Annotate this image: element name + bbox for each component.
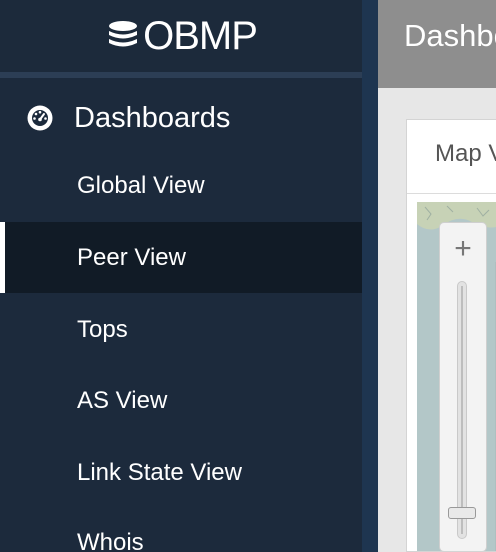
brand-header: OBMP xyxy=(0,0,362,72)
sidebar-section-label: Dashboards xyxy=(74,101,231,134)
zoom-slider-fill xyxy=(461,286,463,534)
sidebar-item-tops[interactable]: Tops xyxy=(0,294,362,365)
map-canvas[interactable]: + xyxy=(417,202,496,551)
tab-map-view[interactable]: Map View xyxy=(407,120,496,194)
sidebar-item-global-view[interactable]: Global View xyxy=(0,150,362,221)
zoom-control: + xyxy=(439,222,487,551)
sidebar-item-label: Whois xyxy=(77,528,144,552)
sidebar-item-label: Link State View xyxy=(77,458,242,486)
zoom-in-button[interactable]: + xyxy=(440,229,486,269)
page-title: Dashboard xyxy=(404,18,496,53)
brand-logo[interactable]: OBMP xyxy=(105,13,258,59)
brand-divider xyxy=(0,72,362,78)
zoom-slider-handle[interactable] xyxy=(448,507,476,519)
sidebar-item-label: Peer View xyxy=(77,243,186,271)
sidebar-item-label: Tops xyxy=(77,315,128,343)
sidebar-item-link-state-view[interactable]: Link State View xyxy=(0,437,362,508)
sidebar-item-as-view[interactable]: AS View xyxy=(0,365,362,436)
top-bar: Dashboard xyxy=(378,0,496,88)
database-icon xyxy=(109,21,138,47)
map-panel: Map View + xyxy=(406,119,496,552)
main-content: Dashboard Map View + xyxy=(378,0,496,552)
sidebar-item-label: AS View xyxy=(77,386,168,414)
sidebar: OBMP Dashboards Global View Peer View To… xyxy=(0,0,362,552)
sidebar-section-dashboards[interactable]: Dashboards xyxy=(0,92,362,144)
sidebar-item-label: Global View xyxy=(77,171,205,199)
sidebar-divider xyxy=(362,0,378,552)
sidebar-item-peer-view[interactable]: Peer View xyxy=(0,222,362,293)
brand-name: OBMP xyxy=(143,13,258,58)
dashboard-gauge-icon xyxy=(27,105,53,131)
zoom-slider-track[interactable] xyxy=(457,281,467,539)
tab-label: Map View xyxy=(435,140,496,167)
sidebar-item-whois[interactable]: Whois xyxy=(0,507,362,552)
